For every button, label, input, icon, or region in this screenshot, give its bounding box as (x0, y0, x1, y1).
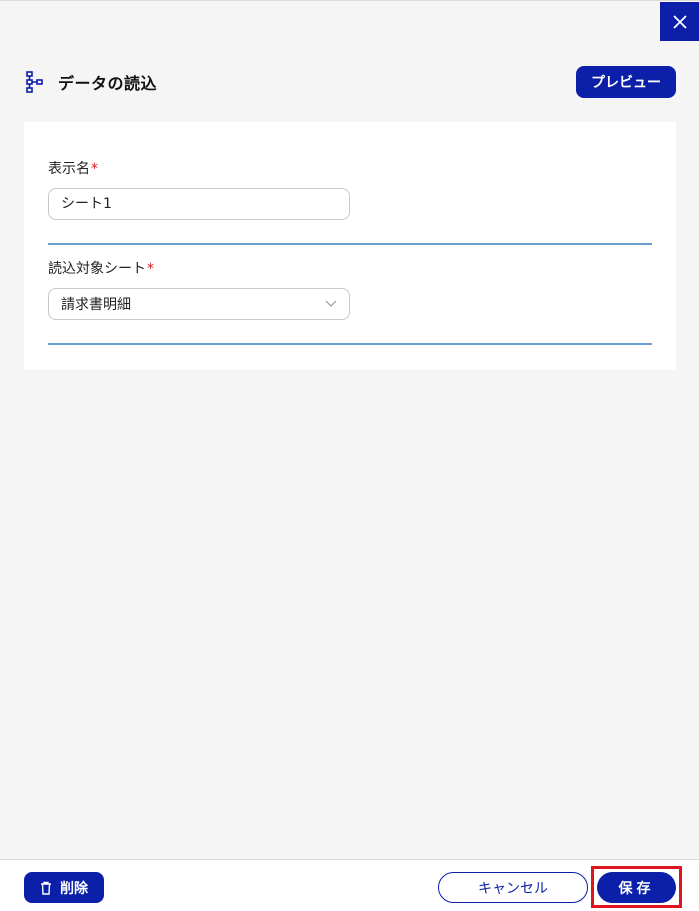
settings-card: 表示名* シート1 読込対象シート* 請求書明細 (24, 122, 676, 370)
save-button[interactable]: 保存 (597, 872, 676, 903)
display-name-input[interactable]: シート1 (48, 188, 350, 220)
section-divider (48, 343, 652, 345)
chevron-down-icon (325, 300, 337, 307)
section-divider (48, 243, 652, 245)
close-icon (672, 14, 687, 29)
trash-icon (41, 881, 51, 895)
delete-button[interactable]: 削除 (24, 872, 104, 903)
display-name-label: 表示名* (48, 159, 652, 179)
target-sheet-select[interactable]: 請求書明細 (48, 288, 350, 320)
target-sheet-field: 読込対象シート* 請求書明細 (48, 259, 652, 320)
flow-tree-icon (26, 70, 46, 94)
required-mark: * (147, 261, 154, 277)
cancel-button[interactable]: キャンセル (438, 872, 588, 903)
display-name-label-text: 表示名 (48, 161, 90, 177)
header-title-group: データの読込 (26, 70, 157, 94)
panel-footer: 削除 キャンセル 保存 (0, 859, 699, 911)
edit-panel: データの読込 プレビュー 表示名* シート1 読込対象シート* 請求書明細 削除… (0, 0, 699, 911)
required-mark: * (91, 161, 98, 177)
target-sheet-selected-value: 請求書明細 (61, 297, 131, 313)
preview-button[interactable]: プレビュー (576, 65, 676, 98)
panel-header: データの読込 プレビュー (26, 65, 676, 98)
target-sheet-label: 読込対象シート* (48, 259, 652, 279)
page-title: データの読込 (58, 73, 158, 93)
delete-label: 削除 (60, 880, 88, 897)
target-sheet-label-text: 読込対象シート (48, 261, 146, 277)
close-button[interactable] (660, 2, 699, 41)
display-name-field: 表示名* シート1 (48, 159, 652, 220)
